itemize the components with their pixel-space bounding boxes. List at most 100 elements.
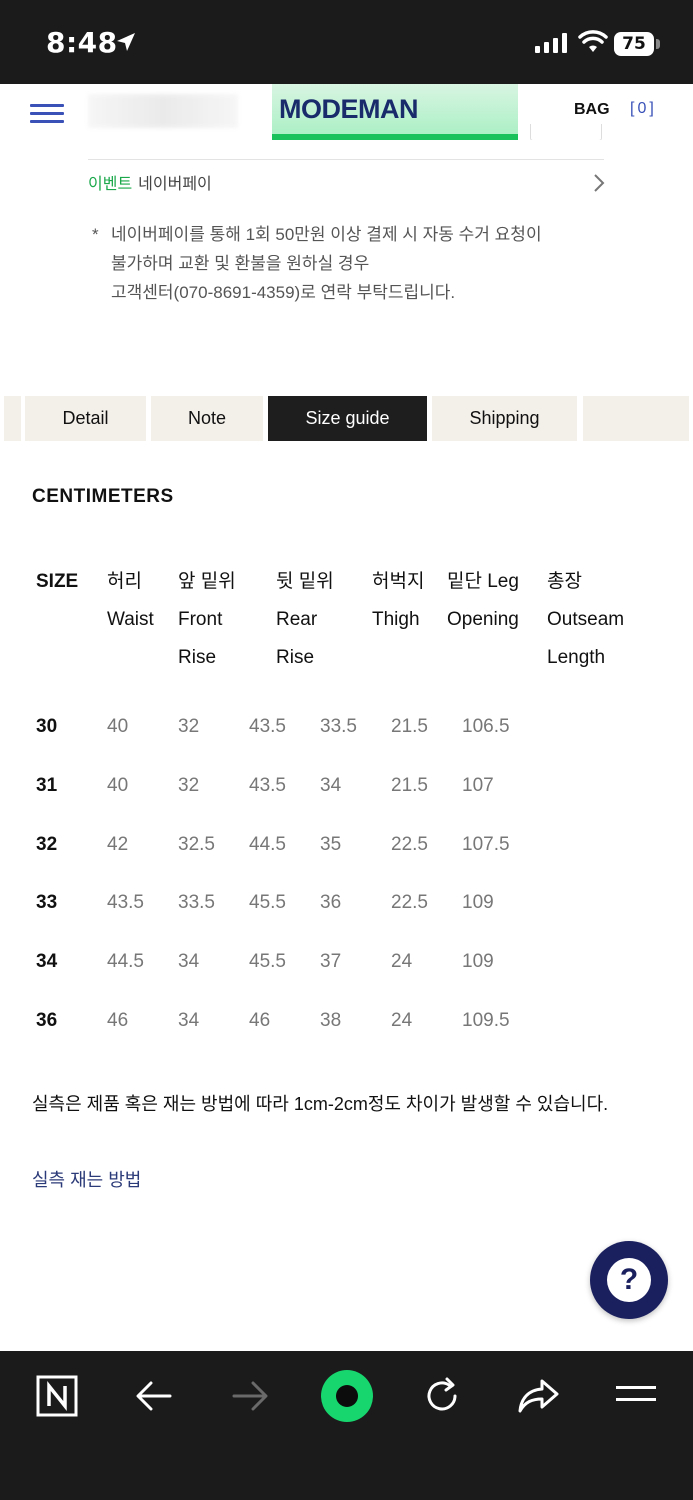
tab-note[interactable]: Note	[151, 396, 263, 441]
bag-link[interactable]: BAG	[574, 101, 610, 119]
question-icon: ?	[607, 1258, 651, 1302]
buy-button-strip[interactable]	[272, 134, 518, 140]
browser-toolbar	[0, 1351, 693, 1500]
table-cell: 34	[178, 951, 200, 972]
table-cell: 36	[320, 892, 342, 913]
site-logo[interactable]: MODEMAN	[272, 94, 419, 125]
table-cell: 32.5	[178, 834, 215, 855]
header-line: 허리	[107, 571, 142, 592]
table-cell: 43.5	[249, 775, 286, 796]
tab-edge-right	[583, 396, 689, 441]
table-cell: 107.5	[462, 834, 510, 855]
units-label: CENTIMETERS	[32, 486, 174, 507]
table-cell: 38	[320, 1010, 342, 1031]
header-line: Length	[547, 647, 606, 668]
table-cell: 44.5	[249, 834, 286, 855]
table-cell: 46	[249, 1010, 271, 1031]
table-cell: 109	[462, 951, 494, 972]
table-cell: 109.5	[462, 1010, 510, 1031]
event-text: 네이버페이	[138, 176, 212, 193]
table-cell: 44.5	[107, 951, 144, 972]
forward-arrow-icon[interactable]	[230, 1379, 270, 1413]
header-thigh: 허벅지 Thigh	[372, 563, 424, 639]
wifi-icon	[578, 30, 608, 52]
table-cell: 43.5	[249, 716, 286, 737]
table-cell: 43.5	[107, 892, 144, 913]
chevron-right-icon[interactable]	[592, 173, 606, 193]
table-cell: 46	[107, 1010, 129, 1031]
tab-shipping[interactable]: Shipping	[432, 396, 577, 441]
secondary-button-edge[interactable]	[530, 124, 602, 140]
back-arrow-icon[interactable]	[134, 1379, 174, 1413]
measurement-note: 실측은 제품 혹은 재는 방법에 따라 1cm-2cm정도 차이가 발생할 수 …	[32, 1094, 609, 1114]
table-cell: 33.5	[320, 716, 357, 737]
table-cell: 32	[178, 716, 200, 737]
table-cell: 109	[462, 892, 494, 913]
notice-line: 고객센터(070-8691-4359)로 연락 부탁드립니다.	[111, 283, 456, 302]
header-line: 밑단 Leg	[447, 571, 519, 592]
table-cell: 34	[320, 775, 342, 796]
header-line: 총장	[547, 571, 582, 592]
bag-count[interactable]: [0]	[630, 100, 657, 118]
table-cell: 45.5	[249, 892, 286, 913]
payment-notice: * 네이버페이를 통해 1회 50만원 이상 결제 시 자동 수거 요청이 불가…	[92, 220, 612, 307]
tab-edge-left	[4, 396, 21, 441]
table-cell: 22.5	[391, 892, 428, 913]
site-header: MODEMAN BAG [0]	[0, 84, 693, 140]
header-size: SIZE	[36, 563, 78, 601]
table-cell: 107	[462, 775, 494, 796]
tab-detail[interactable]: Detail	[25, 396, 146, 441]
home-circle-icon[interactable]	[320, 1369, 374, 1423]
notice-line: 네이버페이를 통해 1회 50만원 이상 결제 시 자동 수거 요청이	[111, 225, 542, 244]
n-logo-icon[interactable]	[36, 1375, 78, 1417]
event-row[interactable]: 이벤트 네이버페이	[88, 170, 212, 194]
notice-asterisk: *	[92, 225, 99, 244]
table-cell: 34	[178, 1010, 200, 1031]
divider	[88, 159, 604, 160]
table-cell: 22.5	[391, 834, 428, 855]
table-cell: 32	[178, 775, 200, 796]
table-cell: 42	[107, 834, 129, 855]
header-line: Rear	[276, 609, 318, 630]
location-arrow-icon	[117, 33, 135, 51]
table-cell: 24	[391, 951, 413, 972]
battery-indicator: 75	[614, 32, 654, 56]
event-label: 이벤트	[88, 176, 133, 193]
tab-size-guide[interactable]: Size guide	[268, 396, 427, 441]
header-line: 뒷 밑위	[276, 571, 334, 592]
table-cell: 106.5	[462, 716, 510, 737]
reload-icon[interactable]	[422, 1376, 462, 1416]
measurement-method-link[interactable]: 실측 재는 방법	[32, 1166, 141, 1192]
size-cell: 36	[36, 1010, 58, 1031]
table-cell: 33.5	[178, 892, 215, 913]
header-line: Front	[178, 609, 223, 630]
hamburger-menu-icon[interactable]	[30, 104, 64, 128]
help-button[interactable]: ?	[590, 1241, 668, 1319]
table-cell: 35	[320, 834, 342, 855]
table-cell: 24	[391, 1010, 413, 1031]
header-line: Opening	[447, 609, 519, 630]
table-cell: 21.5	[391, 716, 428, 737]
header-line: Rise	[178, 647, 217, 668]
header-front-rise: 앞 밑위 Front Rise	[178, 563, 236, 677]
header-line: SIZE	[36, 571, 79, 592]
size-cell: 33	[36, 892, 58, 913]
header-line: Rise	[276, 647, 315, 668]
header-line: Thigh	[372, 609, 420, 630]
size-cell: 31	[36, 775, 58, 796]
header-line: 허벅지	[372, 571, 425, 592]
notice-line: 불가하며 교환 및 환불을 원하실 경우	[111, 254, 370, 273]
header-line: Outseam	[547, 609, 625, 630]
share-icon[interactable]	[516, 1377, 560, 1415]
size-cell: 30	[36, 716, 58, 737]
header-rear-rise: 뒷 밑위 Rear Rise	[276, 563, 334, 677]
size-cell: 34	[36, 951, 58, 972]
table-cell: 40	[107, 775, 129, 796]
status-bar: 8:48 75	[0, 0, 693, 84]
menu-icon[interactable]	[616, 1384, 656, 1404]
header-line: Waist	[107, 609, 154, 630]
table-cell: 37	[320, 951, 342, 972]
table-cell: 40	[107, 716, 129, 737]
size-cell: 32	[36, 834, 58, 855]
battery-tip	[656, 39, 660, 49]
